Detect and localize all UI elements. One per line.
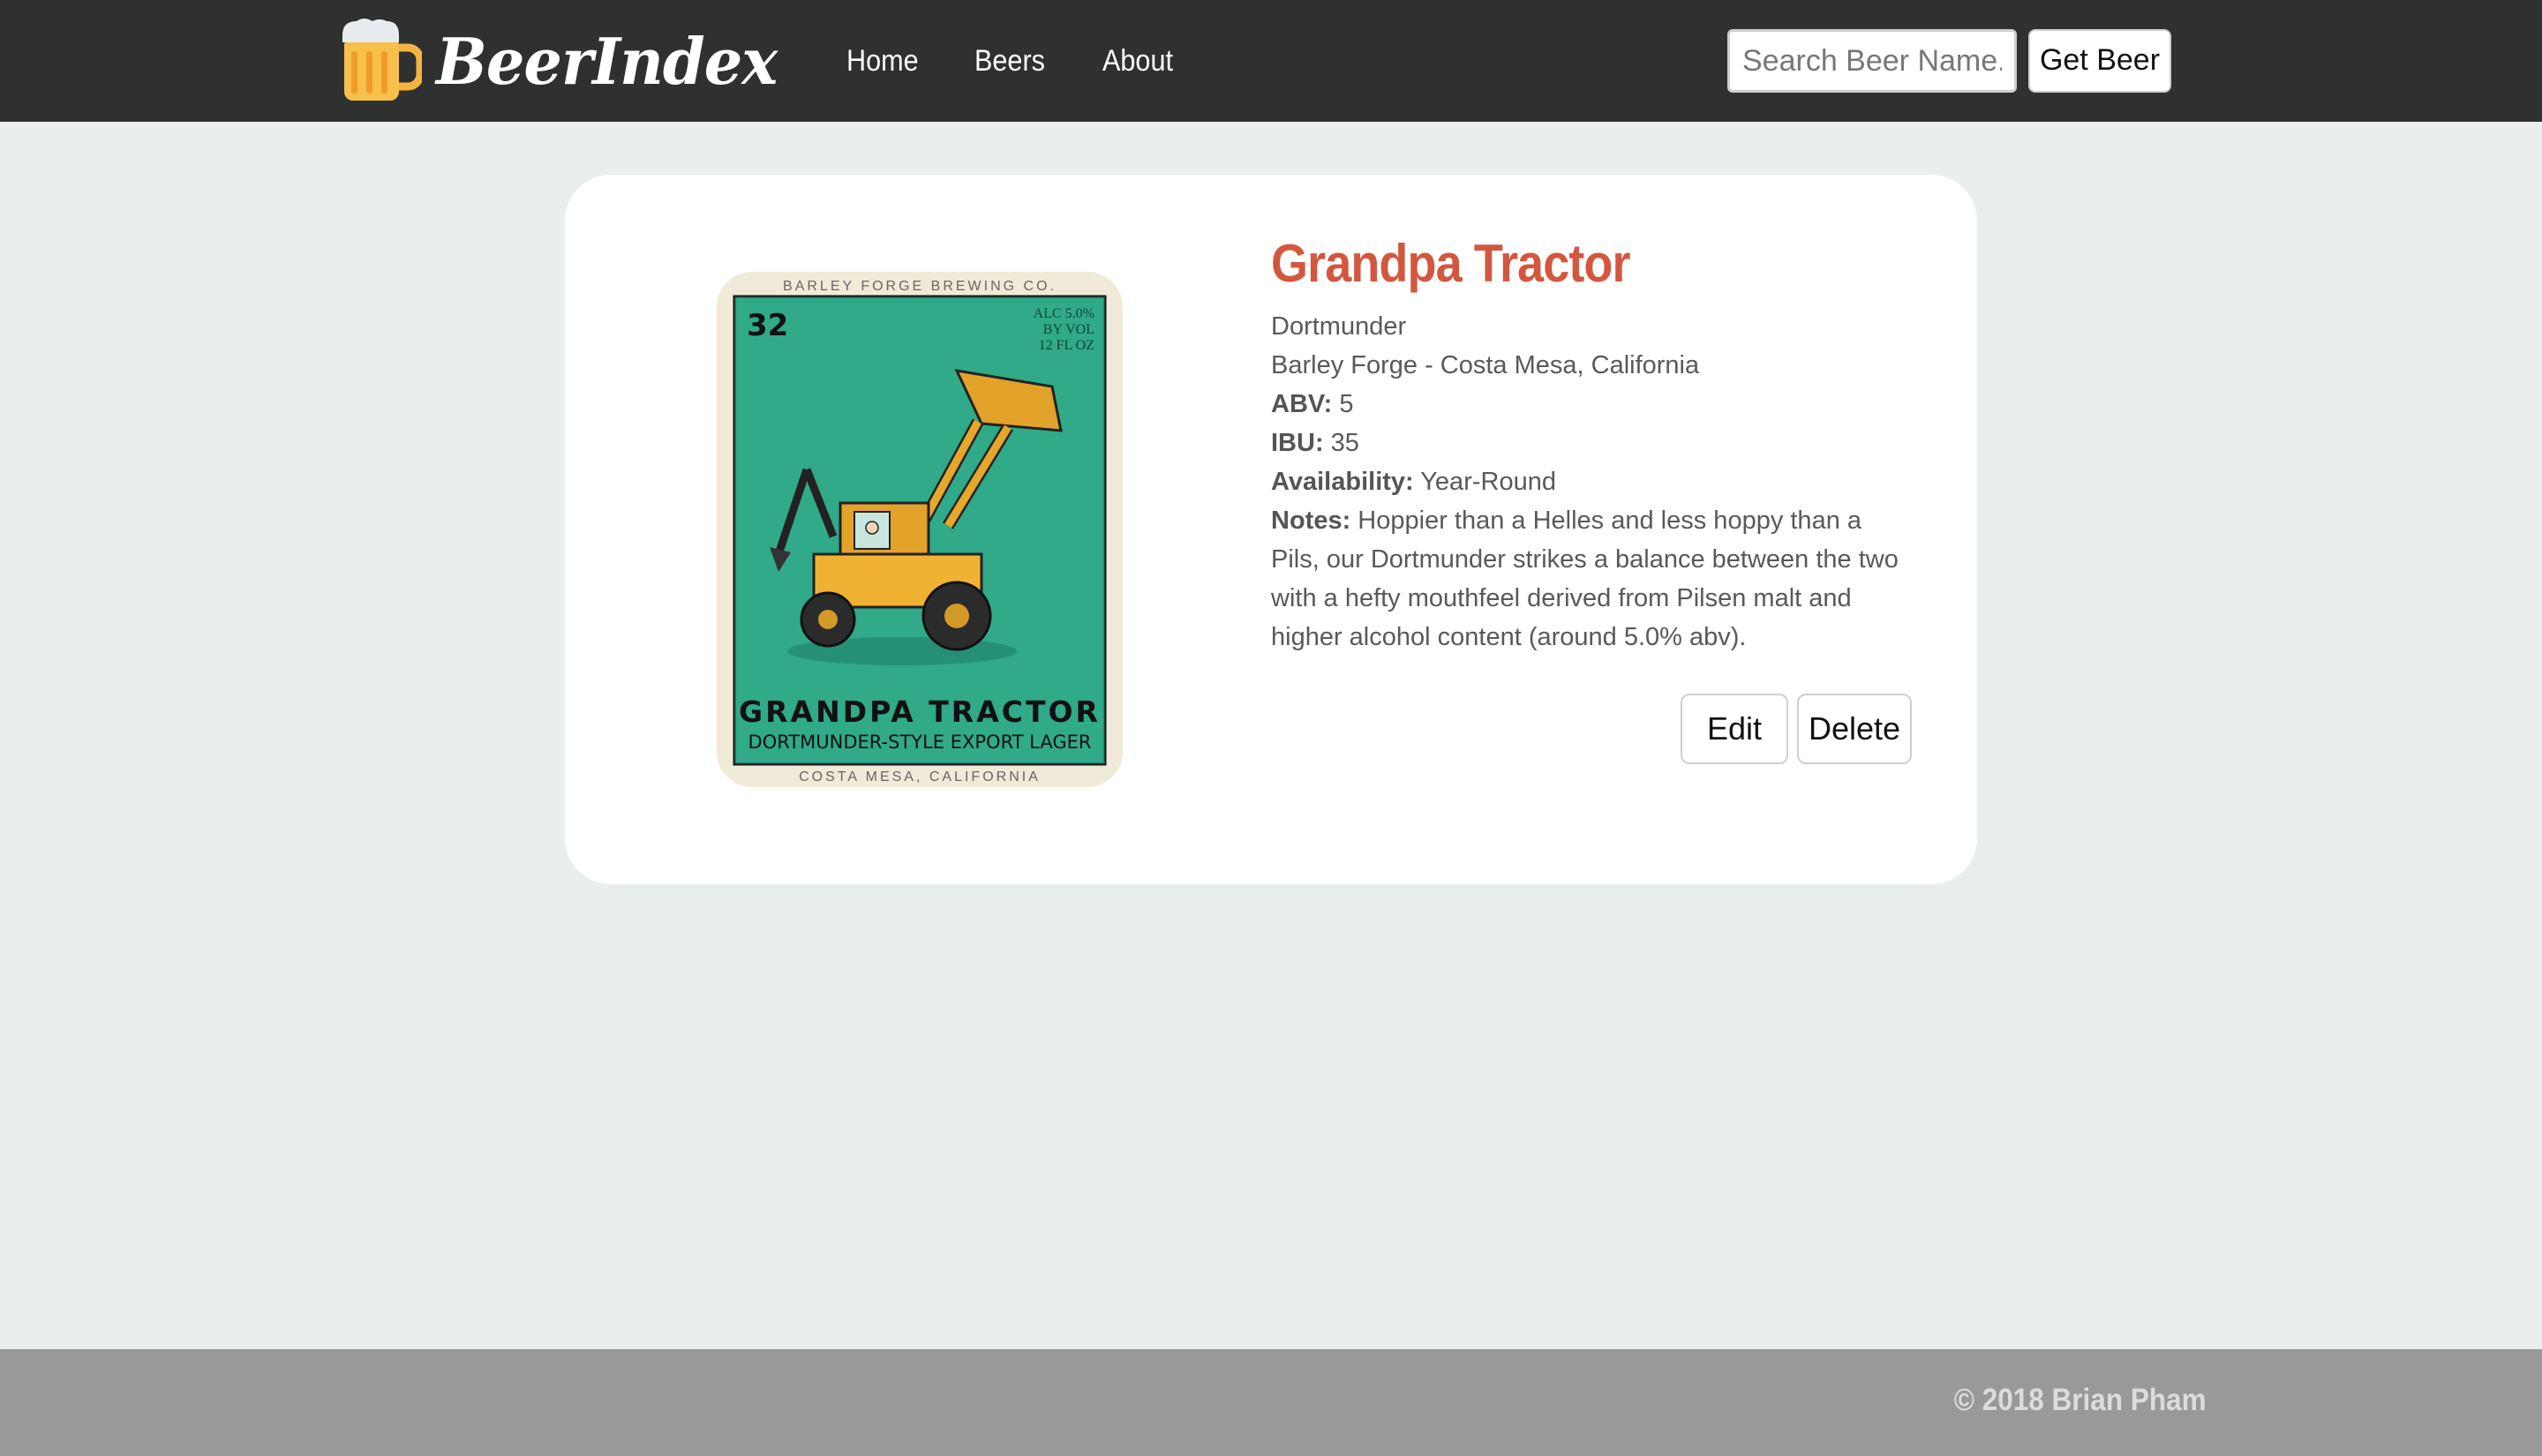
get-beer-button[interactable]: Get Beer (2028, 29, 2171, 93)
availability-value: Year-Round (1420, 468, 1556, 496)
label-alc-1: ALC 5.0% (1034, 306, 1094, 321)
ibu-value: 35 (1330, 429, 1359, 457)
nav-link-beers[interactable]: Beers (974, 34, 1045, 88)
nav-link-about[interactable]: About (1102, 34, 1173, 88)
availability-label: Availability: (1271, 468, 1414, 496)
brand-logo-text[interactable]: BeerIndex (436, 18, 778, 106)
abv-value: 5 (1339, 390, 1354, 418)
label-title: GRANDPA TRACTOR (739, 694, 1101, 729)
label-alc-3: 12 FL OZ (1039, 338, 1094, 353)
edit-button[interactable]: Edit (1681, 694, 1788, 764)
label-alc-2: BY VOL (1043, 322, 1094, 337)
nav-link-home[interactable]: Home (846, 34, 919, 88)
beer-detail-card: BARLEY FORGE BREWING CO. 32 ALC 5.0% BY … (565, 175, 1977, 884)
beer-notes-row: Notes: Hoppier than a Helles and less ho… (1271, 501, 1915, 657)
beer-ibu-row: IBU: 35 (1271, 424, 1915, 462)
copyright-text: © 2018 Brian Pham (1954, 1383, 2207, 1417)
beer-info: Dortmunder Barley Forge - Costa Mesa, Ca… (1271, 307, 1915, 657)
ibu-label: IBU: (1271, 429, 1324, 457)
beer-brewery: Barley Forge - Costa Mesa, California (1271, 351, 1700, 379)
label-subtitle: DORTMUNDER-STYLE EXPORT LAGER (748, 732, 1092, 753)
label-top-text: BARLEY FORGE BREWING CO. (783, 279, 1057, 294)
label-number: 32 (747, 308, 788, 343)
label-bottom-text: COSTA MESA, CALIFORNIA (799, 769, 1041, 784)
beer-availability-row: Availability: Year-Round (1271, 462, 1915, 501)
beer-name-heading: Grandpa Tractor (1271, 234, 1631, 293)
top-navbar: BeerIndex Home Beers About Get Beer (0, 0, 2542, 122)
search-input[interactable] (1727, 29, 2017, 93)
beer-label-image: BARLEY FORGE BREWING CO. 32 ALC 5.0% BY … (717, 272, 1123, 787)
notes-label: Notes: (1271, 507, 1351, 535)
beer-abv-row: ABV: 5 (1271, 385, 1915, 424)
beer-mug-icon[interactable] (339, 16, 422, 104)
page-footer: © 2018 Brian Pham (0, 1349, 2542, 1456)
abv-label: ABV: (1271, 390, 1333, 418)
delete-button[interactable]: Delete (1797, 694, 1912, 764)
beer-style: Dortmunder (1271, 312, 1407, 341)
notes-value: Hoppier than a Helles and less hoppy tha… (1271, 507, 1899, 651)
